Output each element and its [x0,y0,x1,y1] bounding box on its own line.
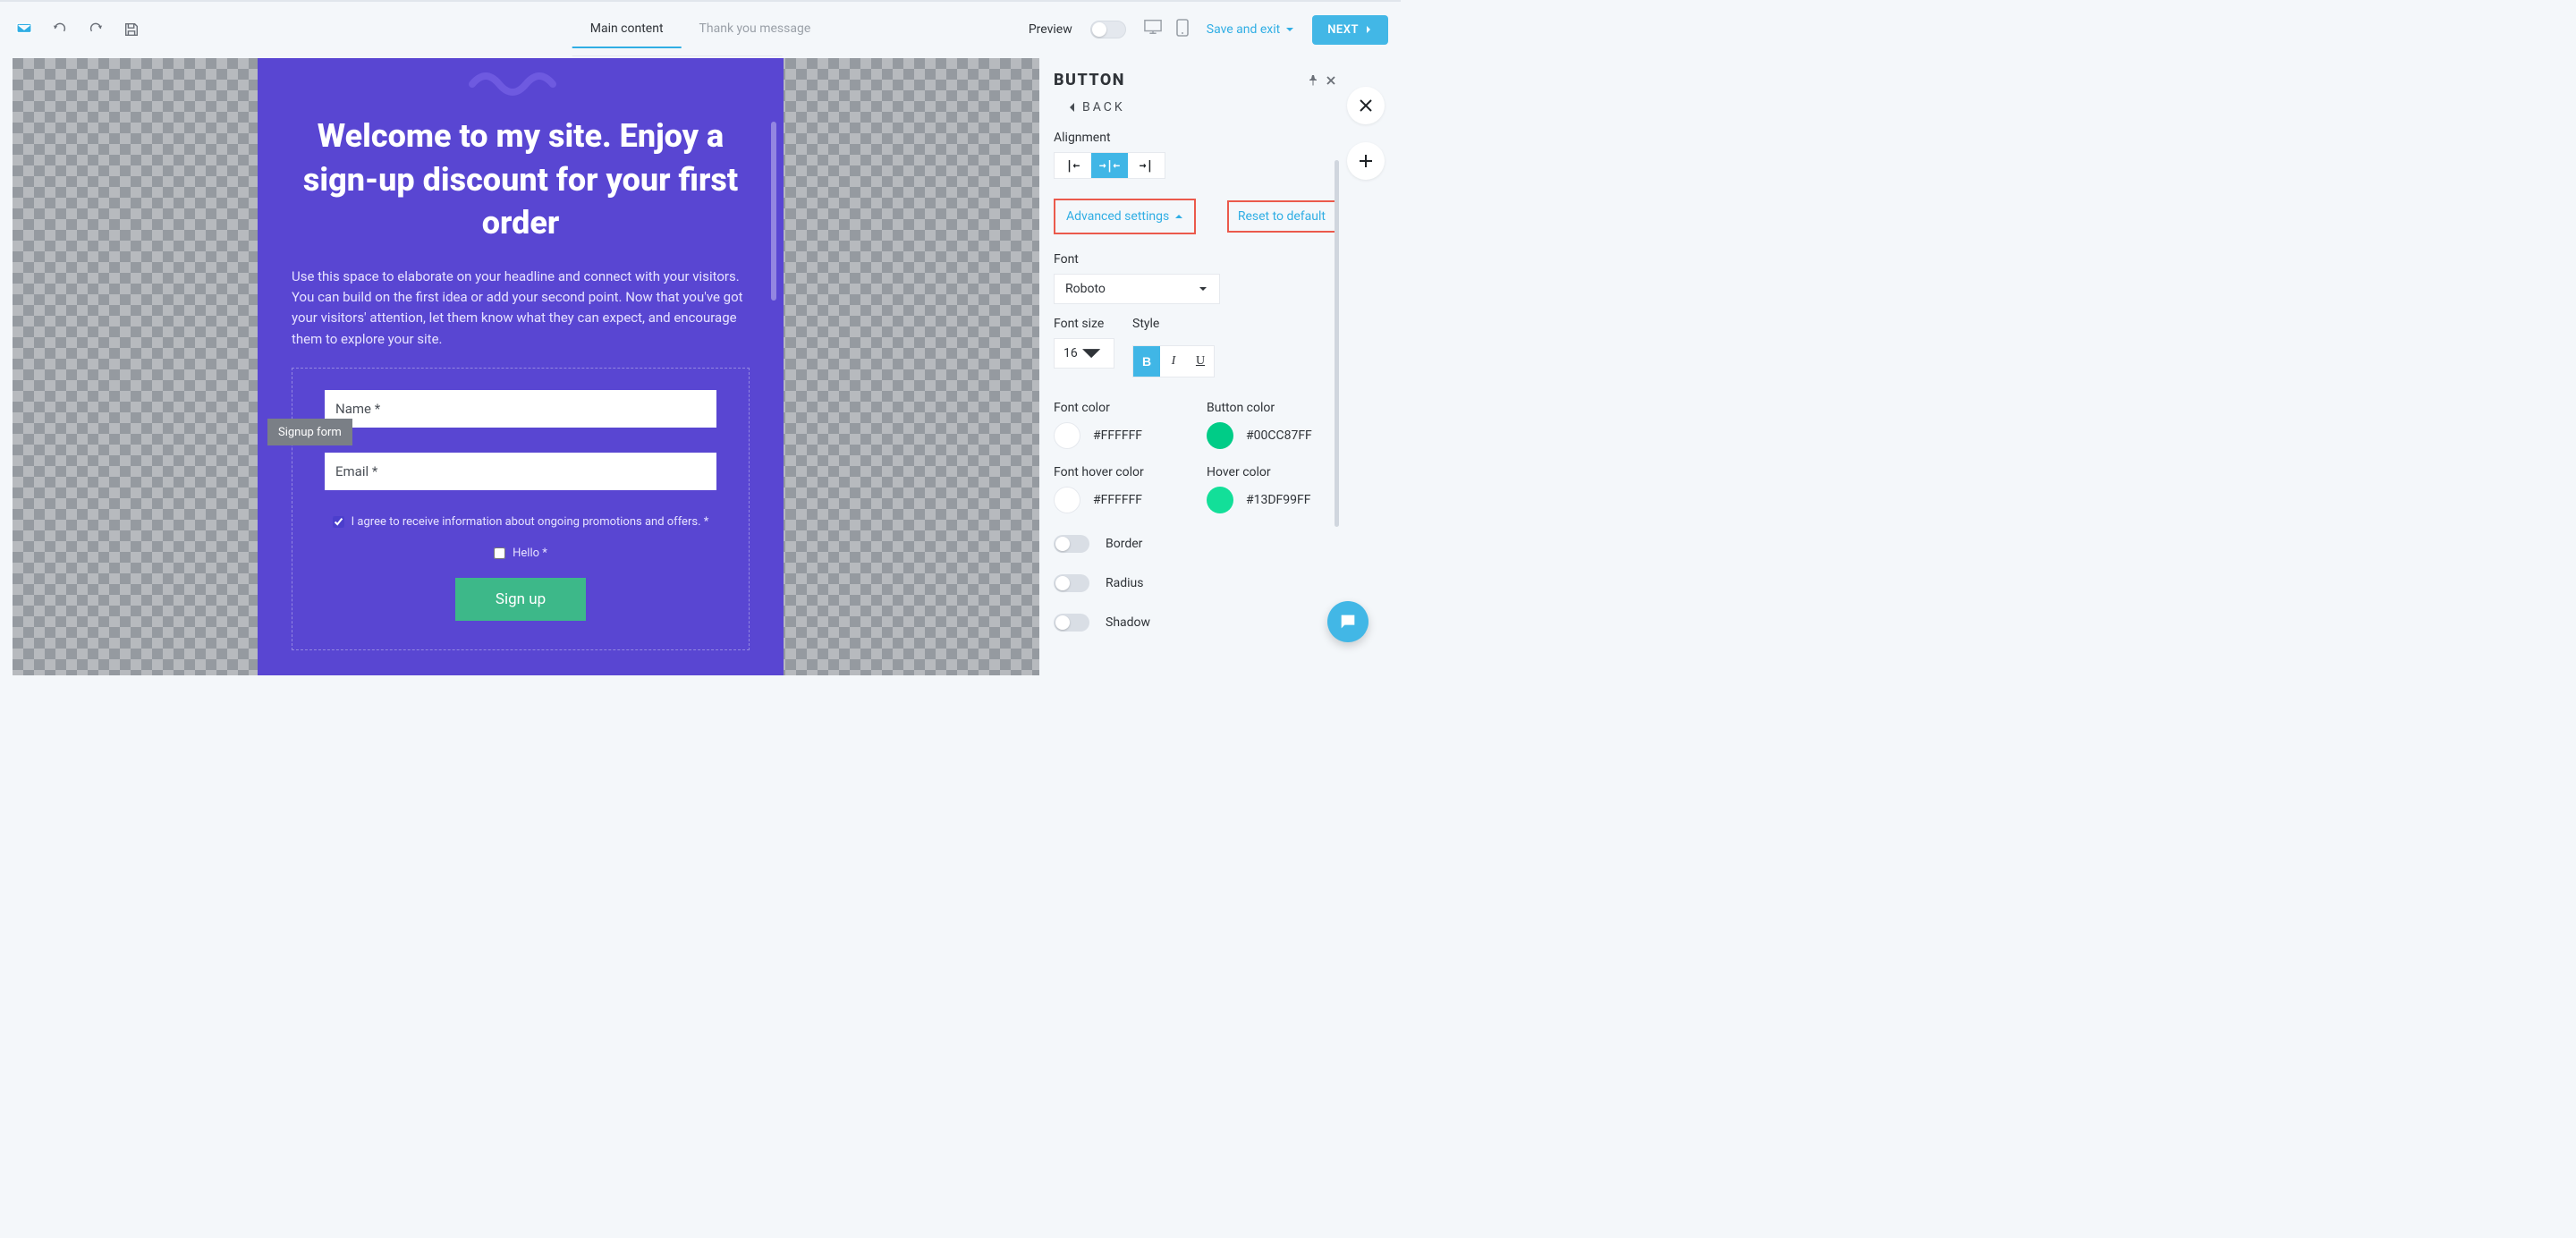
advanced-settings-button[interactable]: Advanced settings [1054,199,1196,234]
email-input[interactable]: Email * [325,453,716,490]
logo[interactable] [14,20,34,39]
align-left[interactable]: |← [1055,153,1091,178]
close-icon[interactable] [1326,75,1336,86]
font-hover-group: Font hover color #FFFFFF [1054,465,1183,513]
name-input[interactable]: Name * [325,390,716,428]
font-size-value: 16 [1063,346,1078,360]
font-size-select[interactable]: 16 [1054,338,1114,369]
radius-toggle[interactable] [1054,574,1089,592]
consent-text: I agree to receive information about ong… [352,515,709,529]
signup-form-tag: Signup form [267,419,352,445]
tab-main-content[interactable]: Main content [572,11,682,48]
font-select[interactable]: Roboto [1054,274,1220,304]
font-value: Roboto [1065,282,1106,296]
redo-icon[interactable] [86,20,106,39]
hover-color-group: Hover color #13DF99FF [1207,465,1336,513]
style-label: Style [1132,317,1215,331]
chevron-left-icon [1068,102,1075,113]
undo-icon[interactable] [50,20,70,39]
tab-label: Thank you message [699,21,811,36]
border-label: Border [1106,537,1142,551]
underline-button[interactable]: U [1187,346,1214,377]
style-group: B I U [1132,345,1215,377]
hover-color-swatch[interactable] [1207,487,1233,513]
consent-line: I agree to receive information about ong… [325,515,716,529]
popup-headline: Welcome to my site. Enjoy a sign-up disc… [292,114,750,245]
bold-button[interactable]: B [1133,346,1160,377]
font-hover-swatch[interactable] [1054,487,1080,513]
placeholder: Name * [335,401,380,417]
tab-thank-you[interactable]: Thank you message [682,11,829,48]
align-center[interactable]: →|← [1091,153,1128,178]
shadow-label: Shadow [1106,615,1150,630]
close-panel-button[interactable] [1347,87,1385,124]
font-label: Font [1054,252,1336,267]
advanced-settings-label: Advanced settings [1066,209,1169,224]
mobile-icon[interactable] [1176,19,1189,40]
button-color-swatch[interactable] [1207,422,1233,449]
preview-toggle[interactable] [1090,21,1126,38]
hello-text: Hello * [513,547,547,560]
desktop-icon[interactable] [1144,19,1162,40]
right-panel: BUTTON BACK Alignment |← →|← →| Advanced… [1039,58,1401,675]
align-right[interactable]: →| [1128,153,1165,178]
font-color-label: Font color [1054,401,1183,415]
reset-label: Reset to default [1238,209,1326,224]
chat-fab[interactable] [1327,601,1368,642]
preview-label: Preview [1029,22,1072,37]
tab-label: Main content [590,21,664,36]
chevron-down-icon [1198,284,1208,294]
border-toggle[interactable] [1054,535,1089,553]
add-element-button[interactable] [1347,142,1385,180]
popup-logo-image [292,66,750,106]
pin-icon[interactable] [1308,75,1318,86]
chevron-down-icon [1078,340,1105,367]
signup-form[interactable]: Name * Email * I agree to receive inform… [292,368,750,650]
alignment-label: Alignment [1054,131,1336,145]
back-label: BACK [1082,100,1125,114]
panel-title: BUTTON [1054,71,1125,89]
shadow-toggle[interactable] [1054,614,1089,632]
radius-label: Radius [1106,576,1144,590]
font-hover-hex: #FFFFFF [1093,493,1142,507]
font-color-swatch[interactable] [1054,422,1080,449]
font-color-hex: #FFFFFF [1093,428,1142,443]
button-color-label: Button color [1207,401,1336,415]
button-color-group: Button color #00CC87FF [1207,401,1336,449]
consent-checkbox[interactable] [333,516,344,528]
font-size-label: Font size [1054,317,1114,331]
italic-button[interactable]: I [1160,346,1187,377]
alignment-group: |← →|← →| [1054,152,1165,179]
hello-line: Hello * [325,547,716,560]
chevron-right-icon [1364,25,1373,34]
panel-scrollbar[interactable] [1335,160,1339,527]
placeholder: Email * [335,463,377,479]
editor-canvas: Welcome to my site. Enjoy a sign-up disc… [13,58,1040,675]
button-color-hex: #00CC87FF [1246,428,1312,443]
reset-to-default-button[interactable]: Reset to default [1227,200,1336,233]
next-button[interactable]: NEXT [1312,15,1388,45]
hover-color-label: Hover color [1207,465,1336,479]
signup-button[interactable]: Sign up [455,578,586,621]
font-color-group: Font color #FFFFFF [1054,401,1183,449]
hover-color-hex: #13DF99FF [1246,493,1311,507]
popup-scrollbar[interactable] [771,122,776,301]
save-and-exit-label: Save and exit [1207,22,1280,37]
topbar: Main content Thank you message Preview S… [0,4,1401,55]
chevron-up-icon [1174,212,1183,221]
popup-body-text: Use this space to elaborate on your head… [292,267,750,350]
hello-checkbox[interactable] [494,547,505,559]
back-button[interactable]: BACK [1068,100,1336,114]
next-label: NEXT [1327,23,1359,37]
save-and-exit-link[interactable]: Save and exit [1207,22,1294,37]
chevron-down-icon [1285,25,1294,34]
content-tabs: Main content Thank you message [572,4,829,55]
popup-preview[interactable]: Welcome to my site. Enjoy a sign-up disc… [258,58,784,675]
font-hover-label: Font hover color [1054,465,1183,479]
save-icon[interactable] [122,20,141,39]
